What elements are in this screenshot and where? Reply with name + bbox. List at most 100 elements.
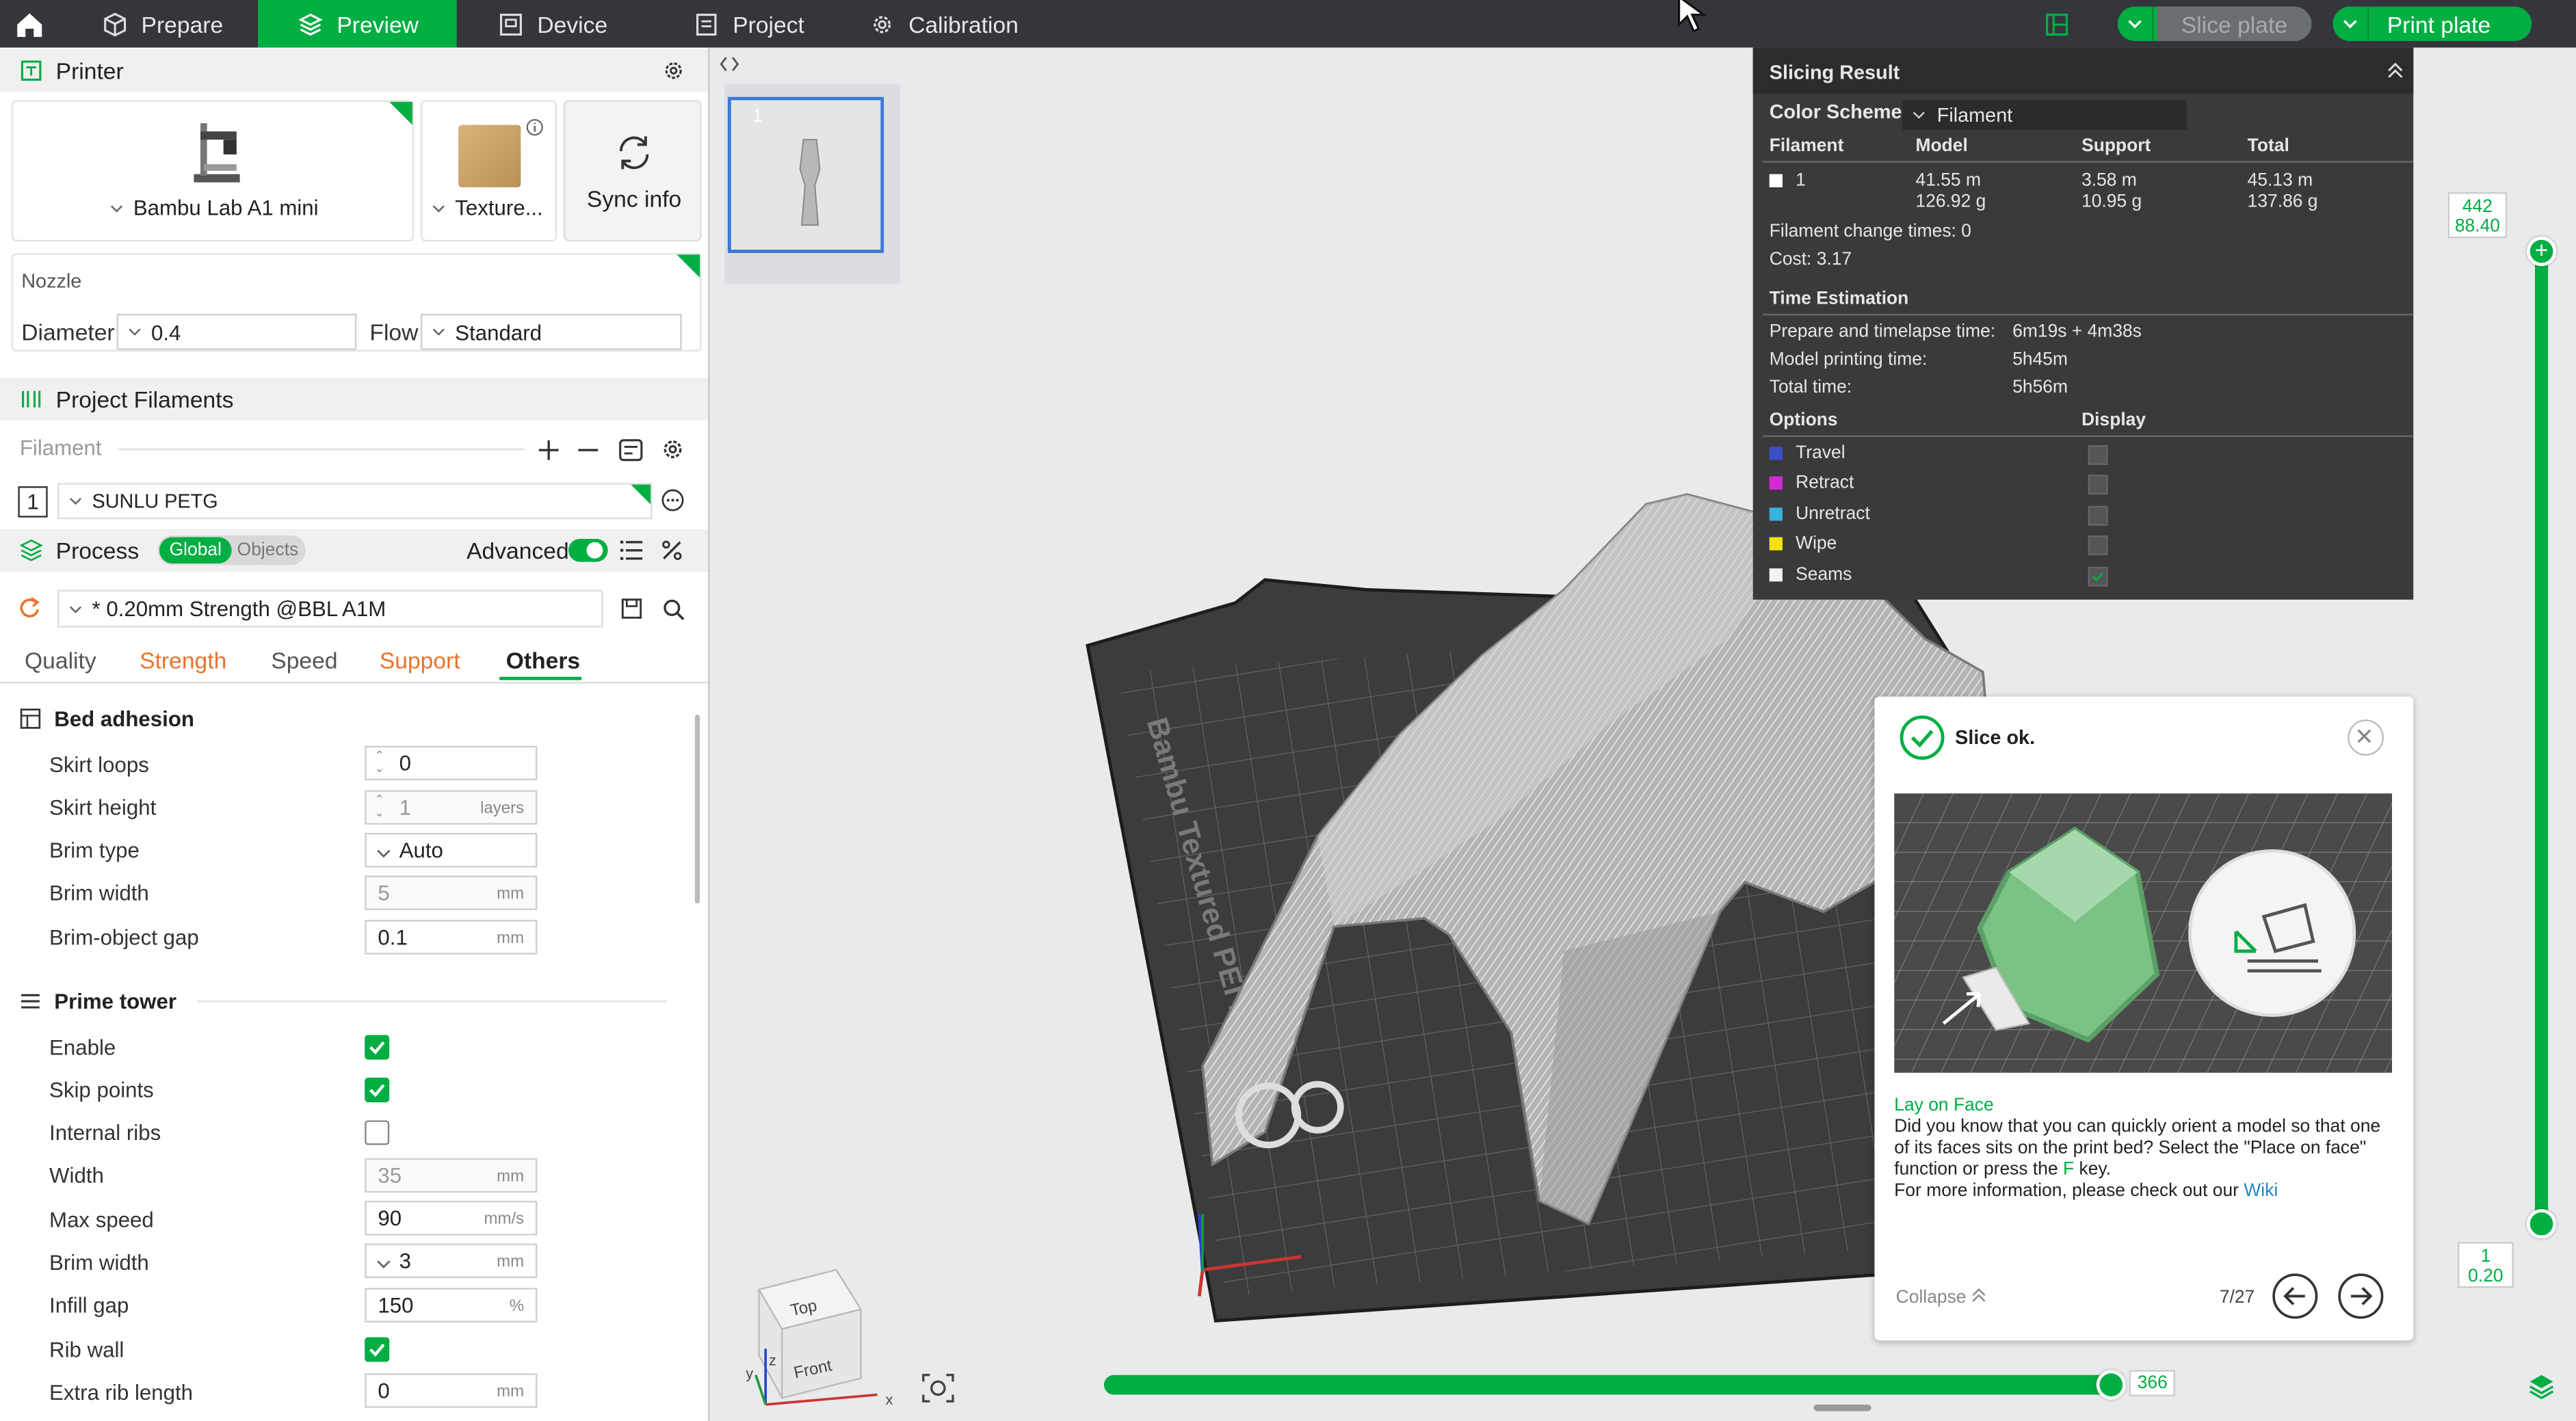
display-checkbox-unretract[interactable] — [2088, 505, 2108, 526]
filament-corner-marker — [631, 484, 651, 505]
slice-plate-button[interactable]: Slice plate — [2117, 6, 2312, 42]
rib-wall-checkbox[interactable] — [365, 1337, 390, 1362]
advanced-toggle[interactable] — [568, 538, 608, 562]
tab-strength[interactable]: Strength — [140, 648, 226, 674]
filament-divider — [118, 448, 525, 451]
layer-slider-track[interactable] — [2534, 236, 2549, 1239]
extra-rib-length-input[interactable]: 0 mm — [365, 1373, 538, 1408]
close-tip-button[interactable] — [2348, 719, 2384, 756]
col-model: Model — [1915, 136, 1968, 157]
option-label: Travel — [1796, 443, 1845, 464]
flow-select[interactable]: Standard — [420, 313, 682, 350]
model-time-value: 5h45m — [2012, 349, 2068, 370]
slice-dropdown-icon[interactable] — [2118, 6, 2154, 42]
internal-ribs-checkbox[interactable] — [365, 1120, 390, 1145]
home-button[interactable] — [13, 0, 55, 48]
bottom-layer-number: 1 — [2480, 1247, 2491, 1267]
move-slider-track[interactable] — [1104, 1370, 2126, 1400]
printer-settings-icon[interactable] — [662, 59, 685, 82]
remove-filament-icon[interactable] — [577, 438, 600, 462]
list-icon[interactable] — [619, 539, 644, 562]
plate-thumbnail[interactable]: 1 — [727, 96, 884, 253]
display-checkbox-travel[interactable] — [2088, 445, 2108, 465]
print-dropdown-icon[interactable] — [2333, 6, 2369, 42]
color-scheme-select[interactable]: Filament — [1902, 100, 2187, 130]
printer-name: Bambu Lab A1 mini — [133, 195, 319, 220]
skirt-loops-input[interactable]: ⌃ ⌄ 0 — [365, 745, 538, 781]
layers-stack-icon[interactable] — [2527, 1372, 2556, 1401]
wiki-link[interactable]: Wiki — [2244, 1181, 2278, 1201]
print-plate-button[interactable]: Print plate — [2332, 6, 2532, 42]
tip-body-end: key. — [2079, 1160, 2112, 1180]
add-filament-icon[interactable] — [537, 438, 560, 462]
tower-width-input[interactable]: 35 mm — [365, 1158, 538, 1193]
tab-preview[interactable]: Preview — [258, 0, 457, 48]
tab-prepare-label: Prepare — [141, 10, 224, 38]
tower-brim-width-select[interactable]: 3 mm — [365, 1243, 538, 1278]
collapse-tip-button[interactable]: Collapse — [1896, 1288, 1986, 1307]
brim-gap-label: Brim-object gap — [49, 925, 199, 950]
filament-settings-icon[interactable] — [661, 437, 685, 462]
display-checkbox-retract[interactable] — [2088, 475, 2108, 496]
process-preset-select[interactable]: * 0.20mm Strength @BBL A1M — [57, 589, 603, 628]
global-option[interactable]: Global — [159, 537, 232, 563]
move-slider-fill — [1104, 1374, 2112, 1395]
axis-x-label: x — [886, 1391, 893, 1408]
max-speed-input[interactable]: 90 mm/s — [365, 1201, 538, 1236]
collapse-chevron-icon[interactable] — [2387, 62, 2404, 79]
move-slider-handle[interactable] — [2096, 1370, 2126, 1400]
option-color-swatch — [1769, 447, 1783, 460]
chevron-down-icon — [1913, 111, 1925, 119]
previous-tip-button[interactable] — [2270, 1271, 2319, 1320]
tab-calibration[interactable]: Calibration — [869, 0, 1018, 48]
infill-gap-value: 150 — [378, 1292, 414, 1318]
settings-scrollbar[interactable] — [694, 715, 700, 904]
info-icon[interactable] — [526, 118, 544, 136]
display-checkbox-wipe[interactable] — [2088, 535, 2108, 556]
tab-quality[interactable]: Quality — [25, 648, 96, 674]
nozzle-title: Nozzle — [21, 269, 82, 293]
objects-option[interactable]: Objects — [233, 537, 302, 563]
tab-speed[interactable]: Speed — [271, 648, 337, 674]
enable-checkbox[interactable] — [365, 1035, 390, 1060]
brim-width-value: 5 — [378, 880, 390, 905]
tab-project[interactable]: Project — [694, 0, 804, 48]
layout-icon[interactable] — [2045, 13, 2068, 36]
check-icon — [369, 1343, 385, 1357]
next-tip-button[interactable] — [2336, 1271, 2385, 1320]
brim-gap-input[interactable]: 0.1 mm — [365, 920, 538, 955]
tab-prepare[interactable]: Prepare — [102, 0, 223, 48]
camera-icon[interactable] — [920, 1370, 956, 1407]
more-options-icon[interactable] — [661, 488, 685, 512]
tab-others[interactable]: Others — [506, 648, 580, 674]
bed-adhesion-icon — [20, 708, 41, 729]
bottom-layer-label: 1 0.20 — [2458, 1242, 2514, 1288]
sync-info-button[interactable]: Sync info — [563, 100, 702, 242]
tab-support[interactable]: Support — [380, 648, 460, 674]
display-checkbox-seams[interactable] — [2088, 566, 2108, 586]
skirt-height-input[interactable]: ⌃ ⌄ 1 layers — [365, 790, 538, 825]
reset-icon[interactable] — [18, 596, 41, 620]
scope-toggle[interactable]: Global Objects — [157, 535, 306, 566]
infill-gap-input[interactable]: 150% — [365, 1288, 538, 1323]
skip-points-checkbox[interactable] — [365, 1077, 390, 1102]
tab-device[interactable]: Device — [498, 0, 607, 48]
sync-ams-icon[interactable] — [618, 437, 644, 463]
layer-slider-bottom-handle[interactable] — [2526, 1209, 2557, 1239]
time-estimation-title: Time Estimation — [1769, 289, 1909, 309]
layer-slider-top-handle[interactable]: + — [2526, 236, 2557, 267]
printer-card[interactable]: Bambu Lab A1 mini — [11, 100, 415, 242]
diameter-select[interactable]: 0.4 — [116, 313, 357, 350]
brim-width-input[interactable]: 5 mm — [365, 875, 538, 910]
total-grams: 137.86 g — [2247, 192, 2318, 212]
search-icon[interactable] — [662, 598, 685, 621]
compare-icon[interactable] — [661, 539, 684, 562]
brim-type-select[interactable]: Auto — [365, 832, 538, 868]
filament-select[interactable]: SUNLU PETG — [57, 483, 653, 520]
col-total: Total — [2247, 136, 2289, 157]
plate-type-card[interactable]: Texture... — [420, 100, 557, 242]
save-icon[interactable] — [621, 598, 642, 619]
view-cube[interactable]: Top Front x y z — [746, 1263, 897, 1419]
bottom-drag-handle[interactable] — [1813, 1404, 1871, 1411]
collapse-sidebar-icon[interactable] — [720, 56, 739, 72]
